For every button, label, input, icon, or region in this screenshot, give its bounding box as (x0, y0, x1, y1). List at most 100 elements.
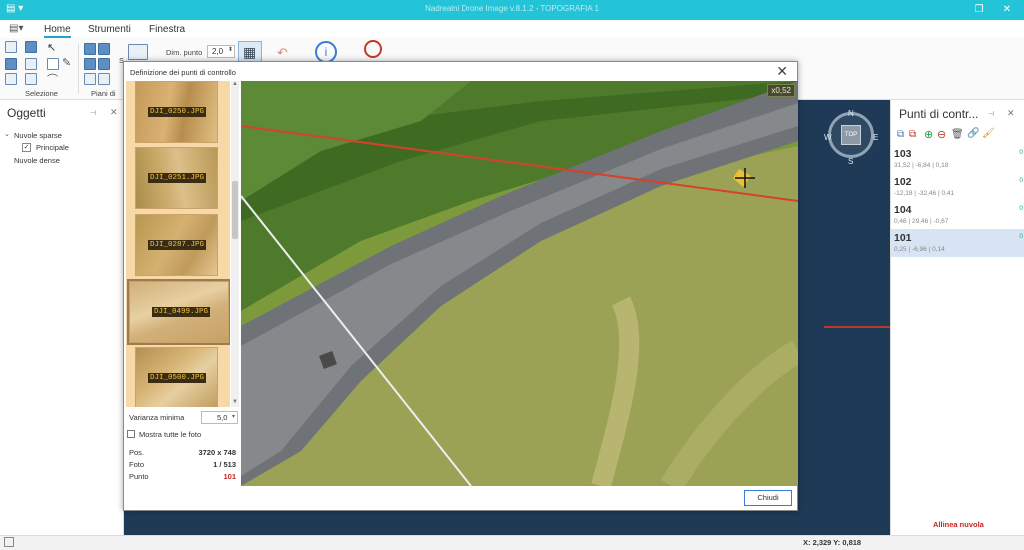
navigation-compass[interactable]: TOP (828, 112, 874, 158)
add-photo-icon[interactable]: ⧉ (897, 129, 904, 140)
aerial-photo-canvas[interactable]: x0,52 (241, 81, 798, 486)
tab-home[interactable]: Home (44, 24, 71, 38)
compass-top-button[interactable]: TOP (841, 125, 861, 145)
close-window-icon[interactable]: ✕ (996, 2, 1018, 18)
control-points-dialog: Definizione dei punti di controllo ✕ DJI… (123, 61, 798, 511)
photo-thumbnail[interactable]: DJI_0287.JPG (135, 214, 218, 276)
photo-label: Foto (129, 460, 145, 469)
close-panel-icon[interactable]: ✕ (1007, 108, 1015, 119)
window-title: Nadrealni Drone Image v.8.1.2 - TOPOGRAF… (425, 4, 599, 13)
aerial-photo-image[interactable] (241, 81, 798, 486)
app-menu-icon[interactable]: ▤▾ (9, 23, 23, 34)
control-point-item[interactable]: 103 31,52 | -6,84 | 0,18 0 (891, 145, 1024, 173)
close-panel-icon[interactable]: ✕ (110, 107, 118, 118)
objects-panel-title: Oggetti (7, 106, 46, 120)
add-point-icon[interactable]: ⊕ (924, 128, 933, 141)
tiles-icon[interactable] (5, 73, 17, 85)
search-zoom-icon[interactable] (364, 40, 382, 58)
dialog-title: Definizione dei punti di controllo (130, 68, 236, 77)
control-point-item[interactable]: 102 -12,18 | -32,46 | 0,41 0 (891, 173, 1024, 201)
grid-icon: ▦ (243, 44, 257, 60)
undo-icon[interactable]: ↶ (277, 45, 288, 61)
close-button[interactable]: Chiudi (744, 490, 792, 506)
thumbnail-scrollbar[interactable]: ▲ ▼ (231, 81, 239, 407)
tab-strumenti[interactable]: Strumenti (88, 24, 131, 35)
spinner-icon[interactable]: ⬍ (228, 46, 233, 53)
compass-east: E (873, 133, 879, 142)
control-point-item-selected[interactable]: 101 0,25 | -6,96 | 0,14 0 (891, 229, 1024, 257)
point-value: 101 (223, 472, 236, 481)
control-points-title: Punti di contr... (899, 107, 979, 121)
collapse-arrow-icon[interactable]: ⌄ (4, 130, 10, 138)
grid-view-icon[interactable] (5, 41, 17, 53)
rectangle-select-icon[interactable] (47, 58, 59, 70)
pin-icon[interactable]: ⊣ (90, 109, 96, 117)
dim-point-input[interactable]: 2,0 ⬍ (207, 45, 235, 58)
scrollbar-thumb[interactable] (232, 181, 238, 239)
plane-icon-1[interactable] (84, 43, 96, 55)
group-label-selection: Selezione (25, 89, 58, 98)
point-id: 102 (894, 176, 912, 188)
scroll-up-icon[interactable]: ▲ (232, 81, 238, 87)
tree-item-nuvole-sparse[interactable]: ⌄ Nuvole sparse (2, 130, 122, 142)
point-values: 0,46 | 29,46 | -0,67 (894, 218, 949, 225)
lasso-icon[interactable]: ⌒ (47, 71, 58, 87)
brush-icon[interactable]: ✎ (62, 56, 71, 69)
import-icon[interactable]: ⧉ (909, 129, 916, 140)
control-point-item[interactable]: 104 0,46 | 29,46 | -0,67 0 (891, 201, 1024, 229)
status-bar: X: 2,329 Y: 0,818 (0, 535, 1024, 550)
tree-item-principale[interactable]: ✓ Principale (22, 142, 122, 154)
plane-icon-6[interactable] (98, 73, 110, 85)
tree-item-nuvole-dense[interactable]: Nuvole dense (14, 155, 114, 167)
pin-icon[interactable]: ⊣ (988, 110, 994, 118)
dim-point-label: Dim. punto (166, 48, 203, 57)
link-icon[interactable]: 🔗 (967, 128, 979, 139)
copy-icon[interactable] (25, 58, 37, 70)
brush-tool-icon[interactable]: 🖌 (982, 128, 995, 139)
compass-south: S (848, 157, 854, 166)
plane-icon-4[interactable] (98, 58, 110, 70)
group-label-planes: Piani di (91, 89, 116, 98)
dialog-close-icon[interactable]: ✕ (776, 63, 788, 80)
zoom-level-badge: x0,52 (767, 84, 795, 97)
checkbox-icon[interactable] (127, 430, 135, 438)
objects-panel: Oggetti ⊣ ✕ ⌄ Nuvole sparse ✓ Principale… (0, 100, 124, 535)
point-status: 0 (1019, 177, 1023, 184)
photo-thumbnail[interactable]: DJI_0250.JPG (135, 81, 218, 143)
info-icon[interactable]: i (315, 41, 337, 63)
cursor-coordinates: X: 2,329 Y: 0,818 (803, 538, 862, 547)
status-icon (4, 537, 14, 547)
photo-thumbnail[interactable]: DJI_0251.JPG (135, 147, 218, 209)
trash-icon[interactable]: 🗑 (951, 129, 964, 140)
tab-finestra[interactable]: Finestra (149, 24, 185, 35)
select-icon[interactable] (25, 41, 37, 53)
plane-icon-2[interactable] (98, 43, 110, 55)
min-variance-select[interactable]: 5,0 ▾ (201, 411, 238, 424)
checkbox-checked-icon[interactable]: ✓ (22, 143, 31, 152)
remove-point-icon[interactable]: ⊖ (937, 128, 946, 141)
compass-west: W (824, 133, 832, 142)
point-label: Punto (129, 472, 149, 481)
point-status: 0 (1019, 205, 1023, 212)
scroll-down-icon[interactable]: ▼ (232, 399, 238, 405)
photo-counter: 1 / 513 (213, 460, 236, 469)
paste-icon[interactable] (25, 73, 37, 85)
grid-toggle-button[interactable]: ▦ (238, 41, 262, 63)
photo-thumbnail[interactable]: DJI_0500.JPG (135, 347, 218, 407)
min-variance-label: Varianza minima (129, 413, 185, 422)
layout-icon[interactable] (5, 58, 17, 70)
restore-window-icon[interactable]: ❐ (968, 2, 990, 18)
point-id: 103 (894, 148, 912, 160)
align-cloud-link[interactable]: Allinea nuvola (933, 520, 984, 529)
compass-north: N (848, 109, 854, 118)
show-all-photos-checkbox[interactable]: Mostra tutte le foto (127, 429, 235, 441)
photo-thumbnail-selected[interactable]: DJI_0499.JPG (127, 279, 230, 345)
photo-thumbnail-list[interactable]: DJI_0250.JPG DJI_0251.JPG DJI_0287.JPG D… (126, 81, 230, 407)
point-id: 101 (894, 232, 912, 244)
point-values: 31,52 | -6,84 | 0,18 (894, 162, 949, 169)
plane-icon-5[interactable] (84, 73, 96, 85)
cursor-icon[interactable]: ↖ (47, 41, 56, 54)
point-values: 0,25 | -6,96 | 0,14 (894, 246, 945, 253)
view-icon[interactable] (128, 44, 148, 60)
plane-icon-3[interactable] (84, 58, 96, 70)
